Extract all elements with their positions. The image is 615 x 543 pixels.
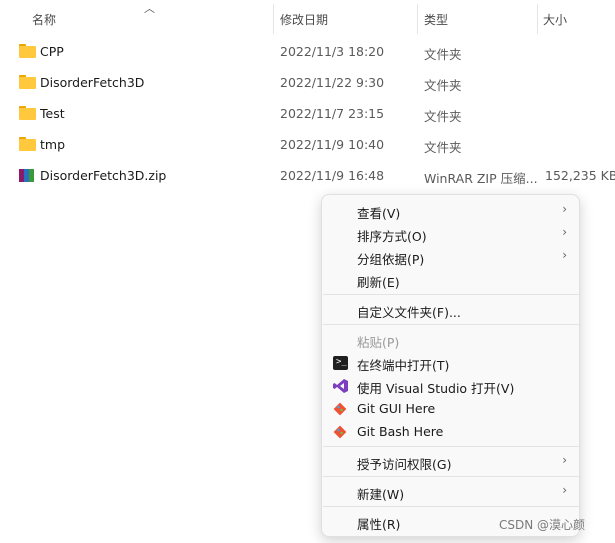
terminal-icon: >_	[333, 356, 348, 370]
chevron-right-icon: ›	[562, 453, 567, 467]
folder-icon	[19, 75, 36, 89]
chevron-right-icon: ›	[562, 483, 567, 497]
menu-separator	[323, 476, 580, 477]
file-date: 2022/11/3 18:20	[280, 44, 385, 59]
column-name-header[interactable]: 名称	[32, 11, 56, 28]
file-row[interactable]: CPP 2022/11/3 18:20 文件夹	[0, 37, 615, 67]
visual-studio-icon	[333, 379, 348, 393]
file-size: 152,235 KB	[545, 168, 615, 183]
menu-item-label: 分组依据(P)	[357, 252, 425, 267]
column-divider[interactable]	[273, 4, 274, 34]
sort-ascending-icon: ︿	[144, 2, 155, 15]
menu-item-label: 属性(R)	[357, 517, 401, 532]
chevron-right-icon: ›	[562, 225, 567, 239]
menu-item-git-bash[interactable]: Git Bash Here	[326, 421, 577, 443]
file-date: 2022/11/9 10:40	[280, 137, 385, 152]
folder-icon	[19, 137, 36, 151]
file-type: 文件夹	[424, 78, 462, 93]
git-icon	[333, 402, 348, 416]
file-row[interactable]: DisorderFetch3D.zip 2022/11/9 16:48 WinR…	[0, 161, 615, 191]
menu-item-label: 查看(V)	[357, 206, 401, 221]
menu-item-open-visual-studio[interactable]: 使用 Visual Studio 打开(V)	[326, 375, 577, 397]
column-divider[interactable]	[537, 4, 538, 34]
menu-item-label: 刷新(E)	[357, 275, 400, 290]
menu-item-customize-folder[interactable]: 自定义文件夹(F)...	[326, 299, 577, 321]
menu-separator	[323, 446, 580, 447]
column-type-header[interactable]: 类型	[424, 11, 448, 28]
watermark: CSDN @漠心颜	[499, 518, 586, 532]
file-name: DisorderFetch3D.zip	[40, 168, 167, 183]
file-type: WinRAR ZIP 压缩...	[424, 171, 538, 186]
menu-item-label: 新建(W)	[357, 487, 405, 502]
chevron-right-icon: ›	[562, 248, 567, 262]
file-type: 文件夹	[424, 47, 462, 62]
menu-item-label: 粘贴(P)	[357, 335, 400, 350]
context-menu: 查看(V) › 排序方式(O) › 分组依据(P) › 刷新(E) 自定义文件夹…	[321, 194, 580, 537]
file-date: 2022/11/9 16:48	[280, 168, 385, 183]
file-date: 2022/11/22 9:30	[280, 75, 385, 90]
folder-icon	[19, 44, 36, 58]
column-date-header[interactable]: 修改日期	[280, 11, 328, 28]
menu-item-refresh[interactable]: 刷新(E)	[326, 269, 577, 291]
chevron-right-icon: ›	[562, 202, 567, 216]
menu-separator	[323, 506, 580, 507]
menu-item-group[interactable]: 分组依据(P) ›	[326, 246, 577, 268]
menu-item-label: Git GUI Here	[357, 401, 436, 416]
file-row[interactable]: Test 2022/11/7 23:15 文件夹	[0, 99, 615, 129]
file-row[interactable]: tmp 2022/11/9 10:40 文件夹	[0, 130, 615, 160]
file-name: DisorderFetch3D	[40, 75, 145, 90]
menu-item-grant-access[interactable]: 授予访问权限(G) ›	[326, 451, 577, 473]
menu-item-label: 自定义文件夹(F)...	[357, 305, 461, 320]
git-icon	[333, 425, 348, 439]
menu-item-git-gui[interactable]: Git GUI Here	[326, 398, 577, 420]
menu-item-paste[interactable]: 粘贴(P)	[326, 329, 577, 351]
column-size-header[interactable]: 大小	[543, 11, 567, 28]
file-date: 2022/11/7 23:15	[280, 106, 385, 121]
menu-item-open-terminal[interactable]: >_ 在终端中打开(T)	[326, 352, 577, 374]
menu-item-label: 授予访问权限(G)	[357, 457, 452, 472]
menu-separator	[323, 324, 580, 325]
file-type: 文件夹	[424, 140, 462, 155]
column-header: ︿ 名称 修改日期 类型 大小	[0, 0, 615, 36]
file-name: Test	[40, 106, 65, 121]
winrar-zip-icon	[19, 168, 36, 182]
folder-icon	[19, 106, 36, 120]
file-name: CPP	[40, 44, 64, 59]
file-name: tmp	[40, 137, 66, 152]
menu-item-new[interactable]: 新建(W) ›	[326, 481, 577, 503]
column-divider[interactable]	[417, 4, 418, 34]
file-row[interactable]: DisorderFetch3D 2022/11/22 9:30 文件夹	[0, 68, 615, 98]
menu-item-label: 使用 Visual Studio 打开(V)	[357, 381, 515, 396]
menu-item-label: 在终端中打开(T)	[357, 358, 450, 373]
menu-item-label: Git Bash Here	[357, 424, 444, 439]
menu-item-sort[interactable]: 排序方式(O) ›	[326, 223, 577, 245]
menu-separator	[323, 294, 580, 295]
file-type: 文件夹	[424, 109, 462, 124]
menu-item-label: 排序方式(O)	[357, 229, 427, 244]
menu-item-view[interactable]: 查看(V) ›	[326, 200, 577, 222]
